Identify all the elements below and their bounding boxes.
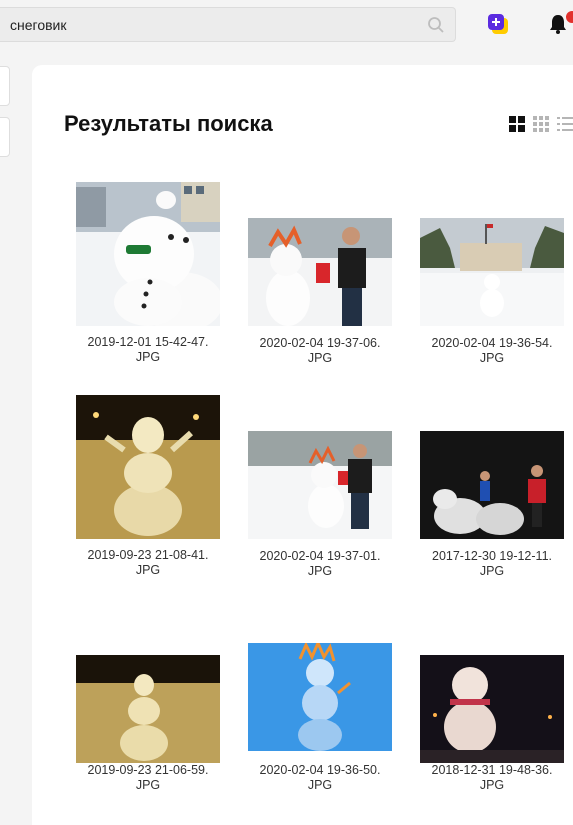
snowman-drawing-8 <box>248 643 392 751</box>
snowman-photo-3 <box>420 218 564 326</box>
photo-thumbnail[interactable] <box>406 218 573 326</box>
notification-badge <box>564 9 573 25</box>
file-name: 2020-02-04 19-37-06. JPG <box>259 336 381 365</box>
search-input[interactable] <box>10 8 420 41</box>
file-name: 2020-02-04 19-36-54. JPG <box>431 336 553 365</box>
snowman-photo-6 <box>420 431 564 539</box>
small-grid-view-icon[interactable] <box>533 116 549 132</box>
search-box[interactable] <box>0 7 456 42</box>
snowman-photo-9 <box>420 655 564 763</box>
photo-thumbnail[interactable] <box>62 395 234 539</box>
photo-thumbnail[interactable] <box>234 643 406 751</box>
file-name: 2020-02-04 19-36-50. JPG <box>259 763 381 792</box>
file-name: 2019-09-23 21-08-41. JPG <box>87 548 209 577</box>
file-name: 2018-12-31 19-48-36. JPG <box>431 763 553 792</box>
file-name: 2019-09-23 21-06-59. JPG <box>87 763 209 792</box>
list-view-icon[interactable] <box>557 116 573 132</box>
file-name: 2019-12-01 15-42-47. JPG <box>87 335 209 364</box>
snowman-photo-2 <box>248 218 392 326</box>
photo-thumbnail[interactable] <box>62 182 234 326</box>
file-name: 2017-12-30 19-12-11. JPG <box>432 549 552 578</box>
snowman-photo-1 <box>76 182 220 326</box>
rail-button-2[interactable] <box>0 117 10 157</box>
rail-button-1[interactable] <box>0 66 10 106</box>
snowman-photo-5 <box>248 431 392 539</box>
photo-thumbnail[interactable] <box>406 643 573 763</box>
page-title: Результаты поиска <box>64 111 273 136</box>
photo-thumbnail[interactable] <box>62 643 234 763</box>
photo-thumbnail[interactable] <box>406 431 573 539</box>
large-grid-view-icon[interactable] <box>509 116 525 132</box>
snowman-photo-7 <box>76 655 220 763</box>
file-name: 2020-02-04 19-37-01. JPG <box>259 549 381 578</box>
search-icon[interactable] <box>427 16 445 34</box>
photo-thumbnail[interactable] <box>234 218 406 326</box>
snowman-photo-4 <box>76 395 220 539</box>
photo-thumbnail[interactable] <box>234 431 406 539</box>
create-plus-icon[interactable] <box>486 12 510 36</box>
